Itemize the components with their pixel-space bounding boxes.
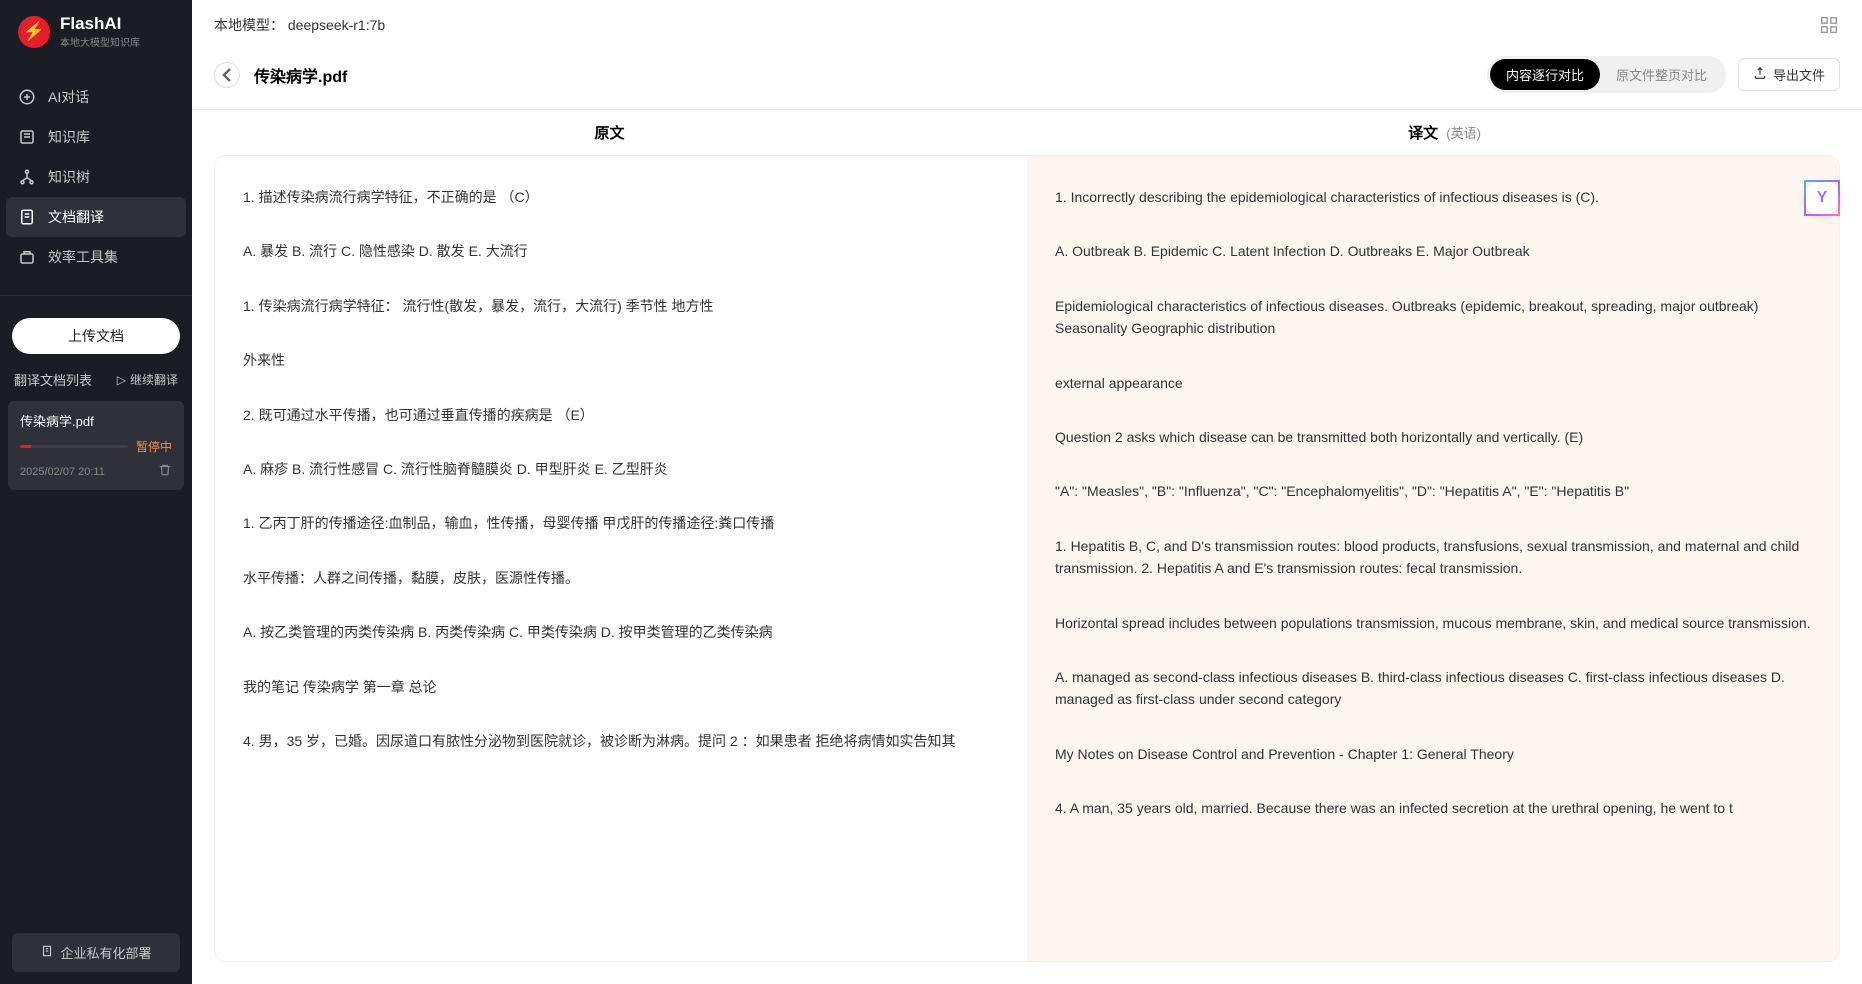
target-column: 1. Incorrectly describing the epidemiolo…: [1027, 156, 1839, 961]
play-icon: ▷: [117, 373, 126, 387]
document-icon: [18, 208, 36, 226]
main: 本地模型： deepseek-r1:7b 传染病学.pdf 内容逐行对比 原文件…: [192, 0, 1862, 984]
target-para: "A": "Measles", "B": "Influenza", "C": "…: [1055, 480, 1811, 502]
tree-icon: [18, 168, 36, 186]
back-button[interactable]: [214, 62, 240, 88]
source-para: 外来性: [243, 349, 999, 371]
logo-icon: ⚡: [18, 16, 50, 48]
logo: ⚡ FlashAI 本地大模型知识库: [0, 0, 192, 59]
building-icon: [40, 944, 54, 961]
source-column: 1. 描述传染病流行病学特征，不正确的是 （C） A. 暴发 B. 流行 C. 隐…: [215, 156, 1027, 961]
export-icon: [1753, 66, 1767, 83]
nav-item-chat[interactable]: AI对话: [0, 77, 192, 117]
continue-translate-button[interactable]: ▷ 继续翻译: [117, 371, 178, 388]
source-para: 2. 既可通过水平传播，也可通过垂直传播的疾病是 （E）: [243, 404, 999, 426]
doc-list-header: 翻译文档列表 ▷ 继续翻译: [0, 364, 192, 395]
doc-list-title: 翻译文档列表: [14, 370, 92, 389]
source-para: 4. 男，35 岁，已婚。因尿道口有脓性分泌物到医院就诊，被诊断为淋病。提问 2…: [243, 730, 999, 752]
target-para: Question 2 asks which disease can be tra…: [1055, 426, 1811, 448]
nav-label: 知识树: [48, 167, 90, 187]
source-para: 1. 描述传染病流行病学特征，不正确的是 （C）: [243, 186, 999, 208]
apps-icon[interactable]: [1818, 14, 1840, 36]
source-para: 我的笔记 传染病学 第一章 总论: [243, 676, 999, 698]
col-header-source: 原文: [192, 122, 1027, 143]
doc-timestamp: 2025/02/07 20:11: [20, 466, 105, 478]
export-button[interactable]: 导出文件: [1738, 58, 1840, 91]
nav: AI对话 知识库 知识树 文档翻译 效率工具集: [0, 59, 192, 287]
logo-title: FlashAI: [60, 14, 140, 34]
nav-label: 文档翻译: [48, 207, 104, 227]
nav-item-tree[interactable]: 知识树: [0, 157, 192, 197]
delete-icon[interactable]: [158, 463, 172, 480]
target-para: Epidemiological characteristics of infec…: [1055, 295, 1811, 340]
chat-icon: [18, 88, 36, 106]
book-icon: [18, 128, 36, 146]
logo-subtitle: 本地大模型知识库: [60, 34, 140, 49]
target-para: 1. Hepatitis B, C, and D's transmission …: [1055, 535, 1811, 580]
target-para: Horizontal spread includes between popul…: [1055, 612, 1811, 634]
enterprise-deploy-button[interactable]: 企业私有化部署: [12, 933, 180, 972]
toolbox-icon: [18, 248, 36, 266]
header: 传染病学.pdf 内容逐行对比 原文件整页对比 导出文件: [192, 46, 1862, 110]
target-para: external appearance: [1055, 372, 1811, 394]
nav-item-translate[interactable]: 文档翻译: [6, 197, 186, 237]
doc-status: 暂停中: [136, 438, 172, 455]
column-headers: 原文 译文 (英语): [192, 110, 1862, 155]
source-para: A. 暴发 B. 流行 C. 隐性感染 D. 散发 E. 大流行: [243, 240, 999, 262]
nav-label: AI对话: [48, 87, 89, 107]
sidebar: ⚡ FlashAI 本地大模型知识库 AI对话 知识库 知识树 文档翻译: [0, 0, 192, 984]
doc-list-item[interactable]: 传染病学.pdf 暂停中 2025/02/07 20:11: [8, 401, 184, 490]
nav-item-tools[interactable]: 效率工具集: [0, 237, 192, 277]
nav-label: 效率工具集: [48, 247, 118, 267]
col-header-target: 译文 (英语): [1027, 122, 1862, 143]
target-para: My Notes on Disease Control and Preventi…: [1055, 743, 1811, 765]
nav-item-kb[interactable]: 知识库: [0, 117, 192, 157]
target-para: 1. Incorrectly describing the epidemiolo…: [1055, 186, 1811, 208]
target-para: A. managed as second-class infectious di…: [1055, 666, 1811, 711]
source-para: 1. 乙丙丁肝的传播途径:血制品，输血，性传播，母婴传播 甲戊肝的传播途径:粪口…: [243, 512, 999, 534]
assistant-icon: Y: [1817, 189, 1828, 207]
top-bar: 本地模型： deepseek-r1:7b: [192, 0, 1862, 46]
upload-button[interactable]: 上传文档: [12, 318, 180, 354]
target-para: 4. A man, 35 years old, married. Because…: [1055, 797, 1811, 819]
doc-progress-bar: [20, 445, 128, 448]
model-info: 本地模型： deepseek-r1:7b: [214, 15, 385, 35]
doc-item-name: 传染病学.pdf: [20, 411, 172, 430]
source-para: 水平传播：人群之间传播，黏膜，皮肤，医源性传播。: [243, 567, 999, 589]
source-para: A. 麻疹 B. 流行性感冒 C. 流行性脑脊髓膜炎 D. 甲型肝炎 E. 乙型…: [243, 458, 999, 480]
source-para: A. 按乙类管理的丙类传染病 B. 丙类传染病 C. 甲类传染病 D. 按甲类管…: [243, 621, 999, 643]
content-area[interactable]: 1. 描述传染病流行病学特征，不正确的是 （C） A. 暴发 B. 流行 C. 隐…: [192, 155, 1862, 984]
page-title: 传染病学.pdf: [254, 63, 347, 87]
target-para: A. Outbreak B. Epidemic C. Latent Infect…: [1055, 240, 1811, 262]
tab-line-compare[interactable]: 内容逐行对比: [1490, 59, 1600, 90]
floating-assistant-badge[interactable]: Y: [1804, 180, 1840, 216]
tab-page-compare[interactable]: 原文件整页对比: [1600, 59, 1723, 90]
source-para: 1. 传染病流行病学特征： 流行性(散发，暴发，流行，大流行) 季节性 地方性: [243, 295, 999, 317]
view-tabs: 内容逐行对比 原文件整页对比: [1487, 56, 1726, 93]
nav-label: 知识库: [48, 127, 90, 147]
